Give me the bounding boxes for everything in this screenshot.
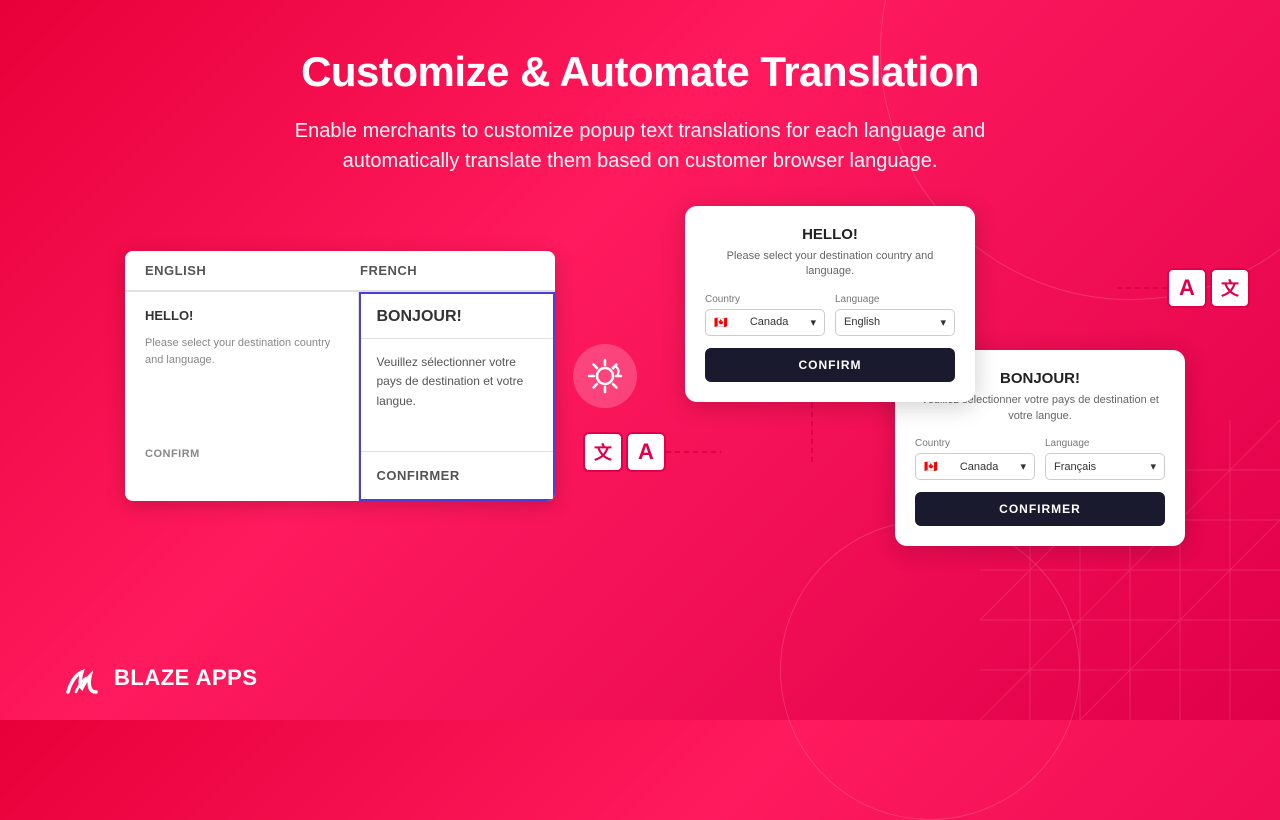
popup-english: HELLO! Please select your destination co…	[685, 206, 975, 402]
popup-french-fields: Country 🇨🇦 Canada ▾ Language Français ▾	[915, 438, 1165, 480]
a-latin-icon-top: A	[1167, 268, 1207, 308]
col-english: HELLO! Please select your destination co…	[125, 292, 359, 501]
french-language-label: Language	[1045, 438, 1165, 449]
popup-english-subtitle: Please select your destination country a…	[705, 249, 955, 280]
logo-area: BLAZE APPS	[60, 656, 258, 700]
french-hello: BONJOUR!	[361, 294, 554, 339]
chevron-down-icon-2: ▾	[940, 316, 946, 329]
english-country-label: Country	[705, 294, 825, 305]
translate-icons-top: A 文	[1117, 268, 1250, 308]
tab-french[interactable]: FRENCH	[340, 251, 555, 292]
chevron-down-icon-1: ▾	[810, 316, 816, 329]
english-country-field: Country 🇨🇦 Canada ▾	[705, 294, 825, 336]
a-latin-icon-bottom: A	[626, 432, 666, 472]
popup-english-fields: Country 🇨🇦 Canada ▾ Language English ▾	[705, 294, 955, 336]
french-confirm-button[interactable]: CONFIRMER	[915, 492, 1165, 526]
tab-english[interactable]: ENGLISH	[125, 251, 340, 292]
logo-icon	[60, 656, 104, 700]
popup-english-title: HELLO!	[705, 226, 955, 243]
english-confirm-button[interactable]: CONFIRM	[705, 348, 955, 382]
a-icons-top: A 文	[1167, 268, 1250, 308]
english-confirm: CONFIRM	[145, 448, 338, 460]
chevron-down-icon-3: ▾	[1020, 460, 1026, 473]
french-country-label: Country	[915, 438, 1035, 449]
french-country-select[interactable]: 🇨🇦 Canada ▾	[915, 453, 1035, 480]
french-language-field: Language Français ▾	[1045, 438, 1165, 480]
flag-canada-1: 🇨🇦	[714, 316, 728, 329]
english-language-value: English	[844, 316, 880, 328]
a-chinese-icon-bottom: 文	[583, 432, 623, 472]
gear-icon	[573, 344, 637, 408]
french-country-value: Canada	[960, 461, 999, 473]
french-country-field: Country 🇨🇦 Canada ▾	[915, 438, 1035, 480]
table-header: ENGLISH FRENCH	[125, 251, 555, 292]
gear-arrow	[555, 344, 655, 408]
english-country-value: Canada	[750, 316, 789, 328]
popups-area: HELLO! Please select your destination co…	[655, 206, 1185, 546]
english-desc: Please select your destination country a…	[145, 335, 338, 368]
page-subtitle: Enable merchants to customize popup text…	[0, 116, 1280, 176]
a-icons-bottom: 文 A	[583, 432, 666, 472]
english-language-label: Language	[835, 294, 955, 305]
french-confirmer: CONFIRMER	[361, 452, 554, 499]
french-desc: Veuillez sélectionner votre pays de dest…	[361, 339, 554, 452]
logo-text: BLAZE APPS	[114, 665, 258, 691]
english-country-select[interactable]: 🇨🇦 Canada ▾	[705, 309, 825, 336]
english-language-select[interactable]: English ▾	[835, 309, 955, 336]
header-section: Customize & Automate Translation Enable …	[0, 0, 1280, 176]
english-hello: HELLO!	[145, 308, 338, 323]
french-language-value: Français	[1054, 461, 1096, 473]
page-title: Customize & Automate Translation	[0, 48, 1280, 96]
table-body: HELLO! Please select your destination co…	[125, 292, 555, 501]
translate-icons-bottom: 文 A	[583, 432, 721, 472]
flag-canada-2: 🇨🇦	[924, 460, 938, 473]
col-french: BONJOUR! Veuillez sélectionner votre pay…	[359, 292, 556, 501]
french-language-select[interactable]: Français ▾	[1045, 453, 1165, 480]
translation-table: ENGLISH FRENCH HELLO! Please select your…	[125, 251, 555, 501]
english-language-field: Language English ▾	[835, 294, 955, 336]
chevron-down-icon-4: ▾	[1150, 460, 1156, 473]
content-area: ENGLISH FRENCH HELLO! Please select your…	[0, 206, 1280, 546]
a-chinese-icon-top: 文	[1210, 268, 1250, 308]
